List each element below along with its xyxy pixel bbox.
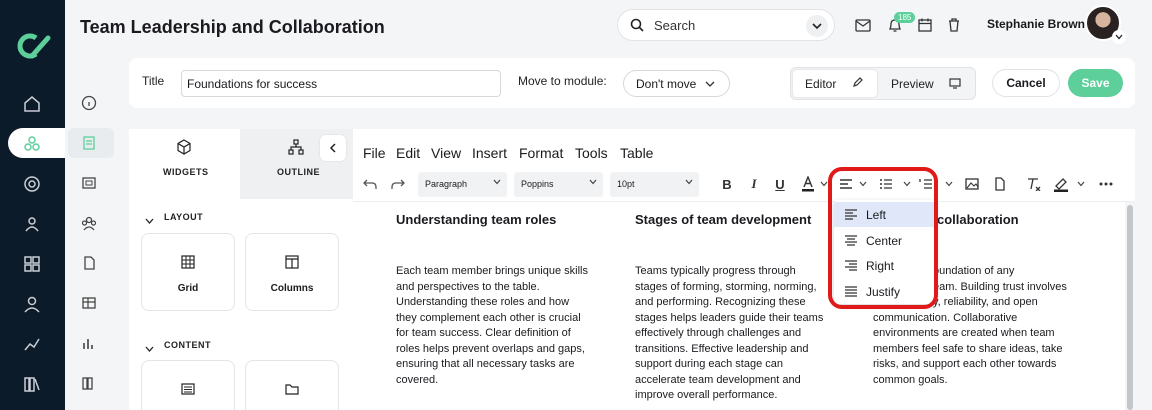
move-label: Move to module: — [518, 74, 607, 88]
grid-icon[interactable] — [20, 252, 44, 276]
redo-icon[interactable] — [390, 176, 406, 192]
column-heading: Stages of team development — [635, 212, 812, 227]
font-size-select[interactable]: 10pt — [610, 172, 699, 197]
highlight-annotation — [828, 167, 938, 309]
profile-icon[interactable] — [20, 292, 44, 316]
collapse-panel-button[interactable] — [320, 135, 346, 161]
font-size-value: 10pt — [617, 179, 635, 189]
notification-badge: 185 — [894, 12, 916, 23]
grid-widget[interactable]: Grid — [141, 233, 235, 311]
menu-table[interactable]: Table — [620, 145, 653, 161]
target-icon[interactable] — [20, 172, 44, 196]
save-button[interactable]: Save — [1068, 69, 1123, 97]
tab-outline[interactable]: OUTLINE — [277, 167, 320, 177]
text-color-icon[interactable] — [800, 176, 816, 192]
undo-icon[interactable] — [362, 176, 378, 192]
chevron-down-icon[interactable] — [806, 15, 828, 37]
user-name[interactable]: Stephanie Brown — [987, 17, 1085, 31]
group-icon[interactable] — [78, 212, 100, 234]
layout-section-header[interactable]: LAYOUT — [164, 212, 203, 222]
pencil-icon — [852, 75, 864, 93]
books-icon[interactable] — [78, 372, 100, 394]
column-text: Each team member brings unique skills and… — [396, 265, 588, 386]
image-icon[interactable] — [964, 176, 980, 192]
chevron-down-icon — [705, 81, 715, 87]
chevron-left-icon — [329, 143, 336, 153]
block-format-select[interactable]: Paragraph — [418, 172, 507, 197]
search-bar[interactable]: Search — [617, 9, 835, 41]
column-text: Teams typically progress through stages o… — [635, 265, 824, 401]
tab-widgets[interactable]: WIDGETS — [163, 167, 209, 177]
page-title: Team Leadership and Collaboration — [80, 17, 385, 37]
clear-format-icon[interactable] — [1026, 176, 1042, 192]
trash-icon[interactable] — [944, 15, 964, 35]
block-format-value: Paragraph — [425, 179, 468, 189]
editor-mode-label: Editor — [805, 77, 837, 91]
more-icon[interactable] — [1098, 176, 1114, 192]
menu-tools[interactable]: Tools — [575, 145, 608, 161]
cube-icon — [176, 139, 192, 160]
columns-icon — [284, 254, 300, 270]
content-section-header[interactable]: CONTENT — [164, 340, 211, 350]
underline-icon[interactable]: U — [772, 176, 788, 192]
menu-view[interactable]: View — [431, 145, 461, 161]
home-icon[interactable] — [20, 92, 44, 116]
app-logo[interactable] — [12, 30, 54, 62]
cancel-button[interactable]: Cancel — [992, 69, 1060, 97]
bold-icon[interactable]: B — [719, 176, 735, 192]
column-heading: Understanding team roles — [396, 212, 557, 227]
font-family-value: Poppins — [521, 179, 554, 189]
menu-edit[interactable]: Edit — [396, 145, 420, 161]
move-module-select[interactable]: Don't move — [623, 70, 730, 97]
search-input[interactable]: Search — [654, 18, 695, 33]
chevron-down-icon[interactable] — [1112, 30, 1126, 44]
menu-file[interactable]: File — [363, 145, 386, 161]
library-icon[interactable] — [20, 372, 44, 396]
font-family-select[interactable]: Poppins — [514, 172, 603, 197]
folder-widget[interactable] — [245, 360, 339, 410]
preview-mode-button[interactable]: Preview — [891, 77, 934, 91]
highlight-icon[interactable] — [1053, 176, 1069, 192]
menu-format[interactable]: Format — [519, 145, 563, 161]
modules-icon[interactable] — [20, 132, 44, 156]
scrollbar-thumb[interactable] — [1127, 205, 1133, 410]
media-icon[interactable] — [78, 172, 100, 194]
list-icon — [180, 381, 196, 397]
italic-icon[interactable]: I — [746, 176, 762, 192]
mail-icon[interactable] — [853, 15, 873, 35]
chevron-down-icon[interactable] — [1073, 176, 1089, 192]
folder-icon — [284, 381, 300, 397]
document-icon[interactable] — [78, 252, 100, 274]
users-icon[interactable] — [20, 212, 44, 236]
chevron-down-icon — [493, 179, 501, 185]
lesson-icon[interactable] — [78, 132, 100, 154]
title-input[interactable]: Foundations for success — [181, 70, 501, 97]
columns-widget-label: Columns — [270, 283, 314, 294]
chevron-down-icon[interactable] — [145, 212, 154, 230]
column-heading: collaboration — [937, 212, 1019, 227]
table-icon[interactable] — [78, 292, 100, 314]
outline-tree-icon — [288, 139, 304, 160]
grid-icon — [180, 254, 196, 270]
monitor-icon — [949, 76, 961, 94]
chevron-down-icon — [685, 179, 693, 185]
menu-insert[interactable]: Insert — [472, 145, 507, 161]
move-select-value: Don't move — [636, 77, 697, 91]
search-icon — [630, 18, 644, 32]
file-icon[interactable] — [992, 176, 1008, 192]
title-label: Title — [142, 74, 165, 88]
info-icon[interactable] — [78, 92, 100, 114]
chevron-down-icon[interactable] — [941, 176, 957, 192]
bar-chart-icon[interactable] — [78, 332, 100, 354]
chevron-down-icon — [589, 179, 597, 185]
chevron-down-icon[interactable] — [145, 340, 154, 358]
calendar-icon[interactable] — [915, 15, 935, 35]
columns-widget[interactable]: Columns — [245, 233, 339, 311]
grid-widget-label: Grid — [177, 283, 199, 294]
list-widget[interactable] — [141, 360, 235, 410]
analytics-icon[interactable] — [20, 332, 44, 356]
